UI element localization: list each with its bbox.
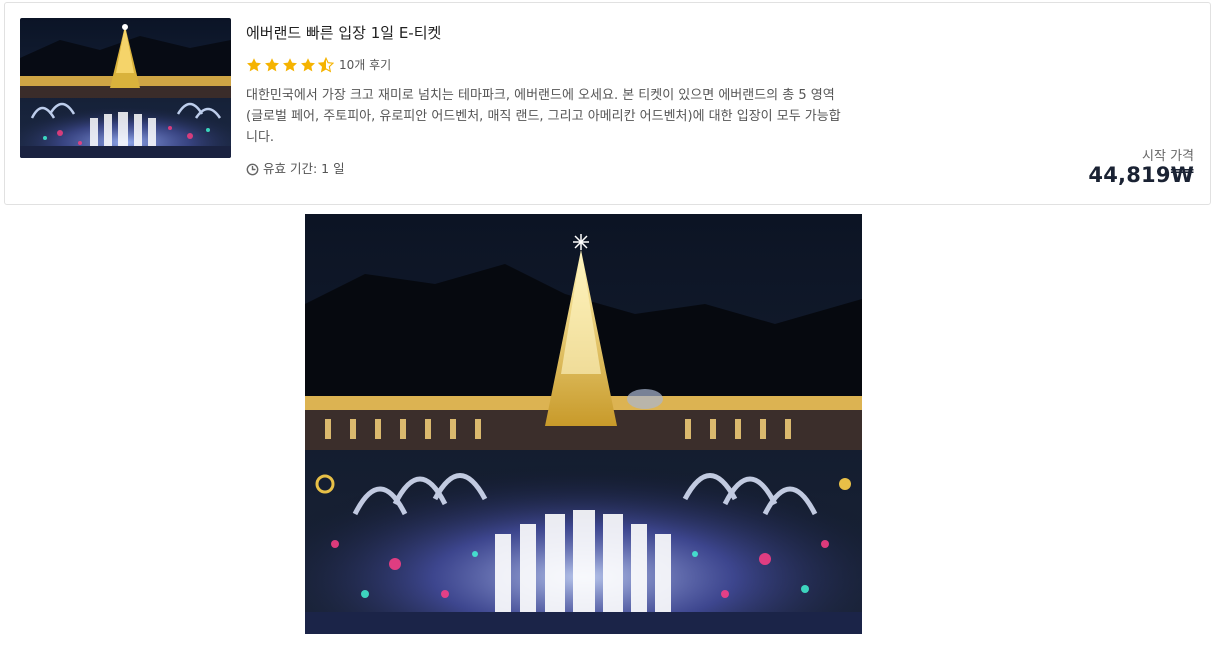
- product-thumbnail[interactable]: [20, 18, 231, 158]
- review-count[interactable]: 10개 후기: [339, 57, 391, 73]
- product-description: 대한민국에서 가장 크고 재미로 넘치는 테마파크, 에버랜드에 오세요. 본 …: [246, 88, 841, 145]
- star-icon: [247, 58, 261, 72]
- price-label: 시작 가격: [1142, 149, 1194, 164]
- thumbnail-image: [20, 18, 231, 158]
- rating: 10개 후기: [246, 55, 391, 75]
- star-icon: [265, 58, 279, 72]
- clock-icon: [246, 163, 259, 175]
- product-title[interactable]: 에버랜드 빠른 입장 1일 E-티켓: [246, 23, 441, 43]
- rating-stars: [246, 57, 336, 73]
- star-icon: [283, 58, 297, 72]
- price-value: 44,819₩: [1088, 163, 1194, 187]
- star-icon: [301, 58, 315, 72]
- validity-label: 유효 기간: 1 일: [263, 161, 345, 176]
- product-card[interactable]: 에버랜드 빠른 입장 1일 E-티켓 10개 후기 대한민국에서 가장 크고 재…: [4, 2, 1211, 205]
- hero-image: [305, 214, 862, 634]
- illumination-photo: [305, 214, 862, 634]
- validity-period: 유효 기간: 1 일: [246, 161, 345, 177]
- half-star-icon: [318, 57, 334, 73]
